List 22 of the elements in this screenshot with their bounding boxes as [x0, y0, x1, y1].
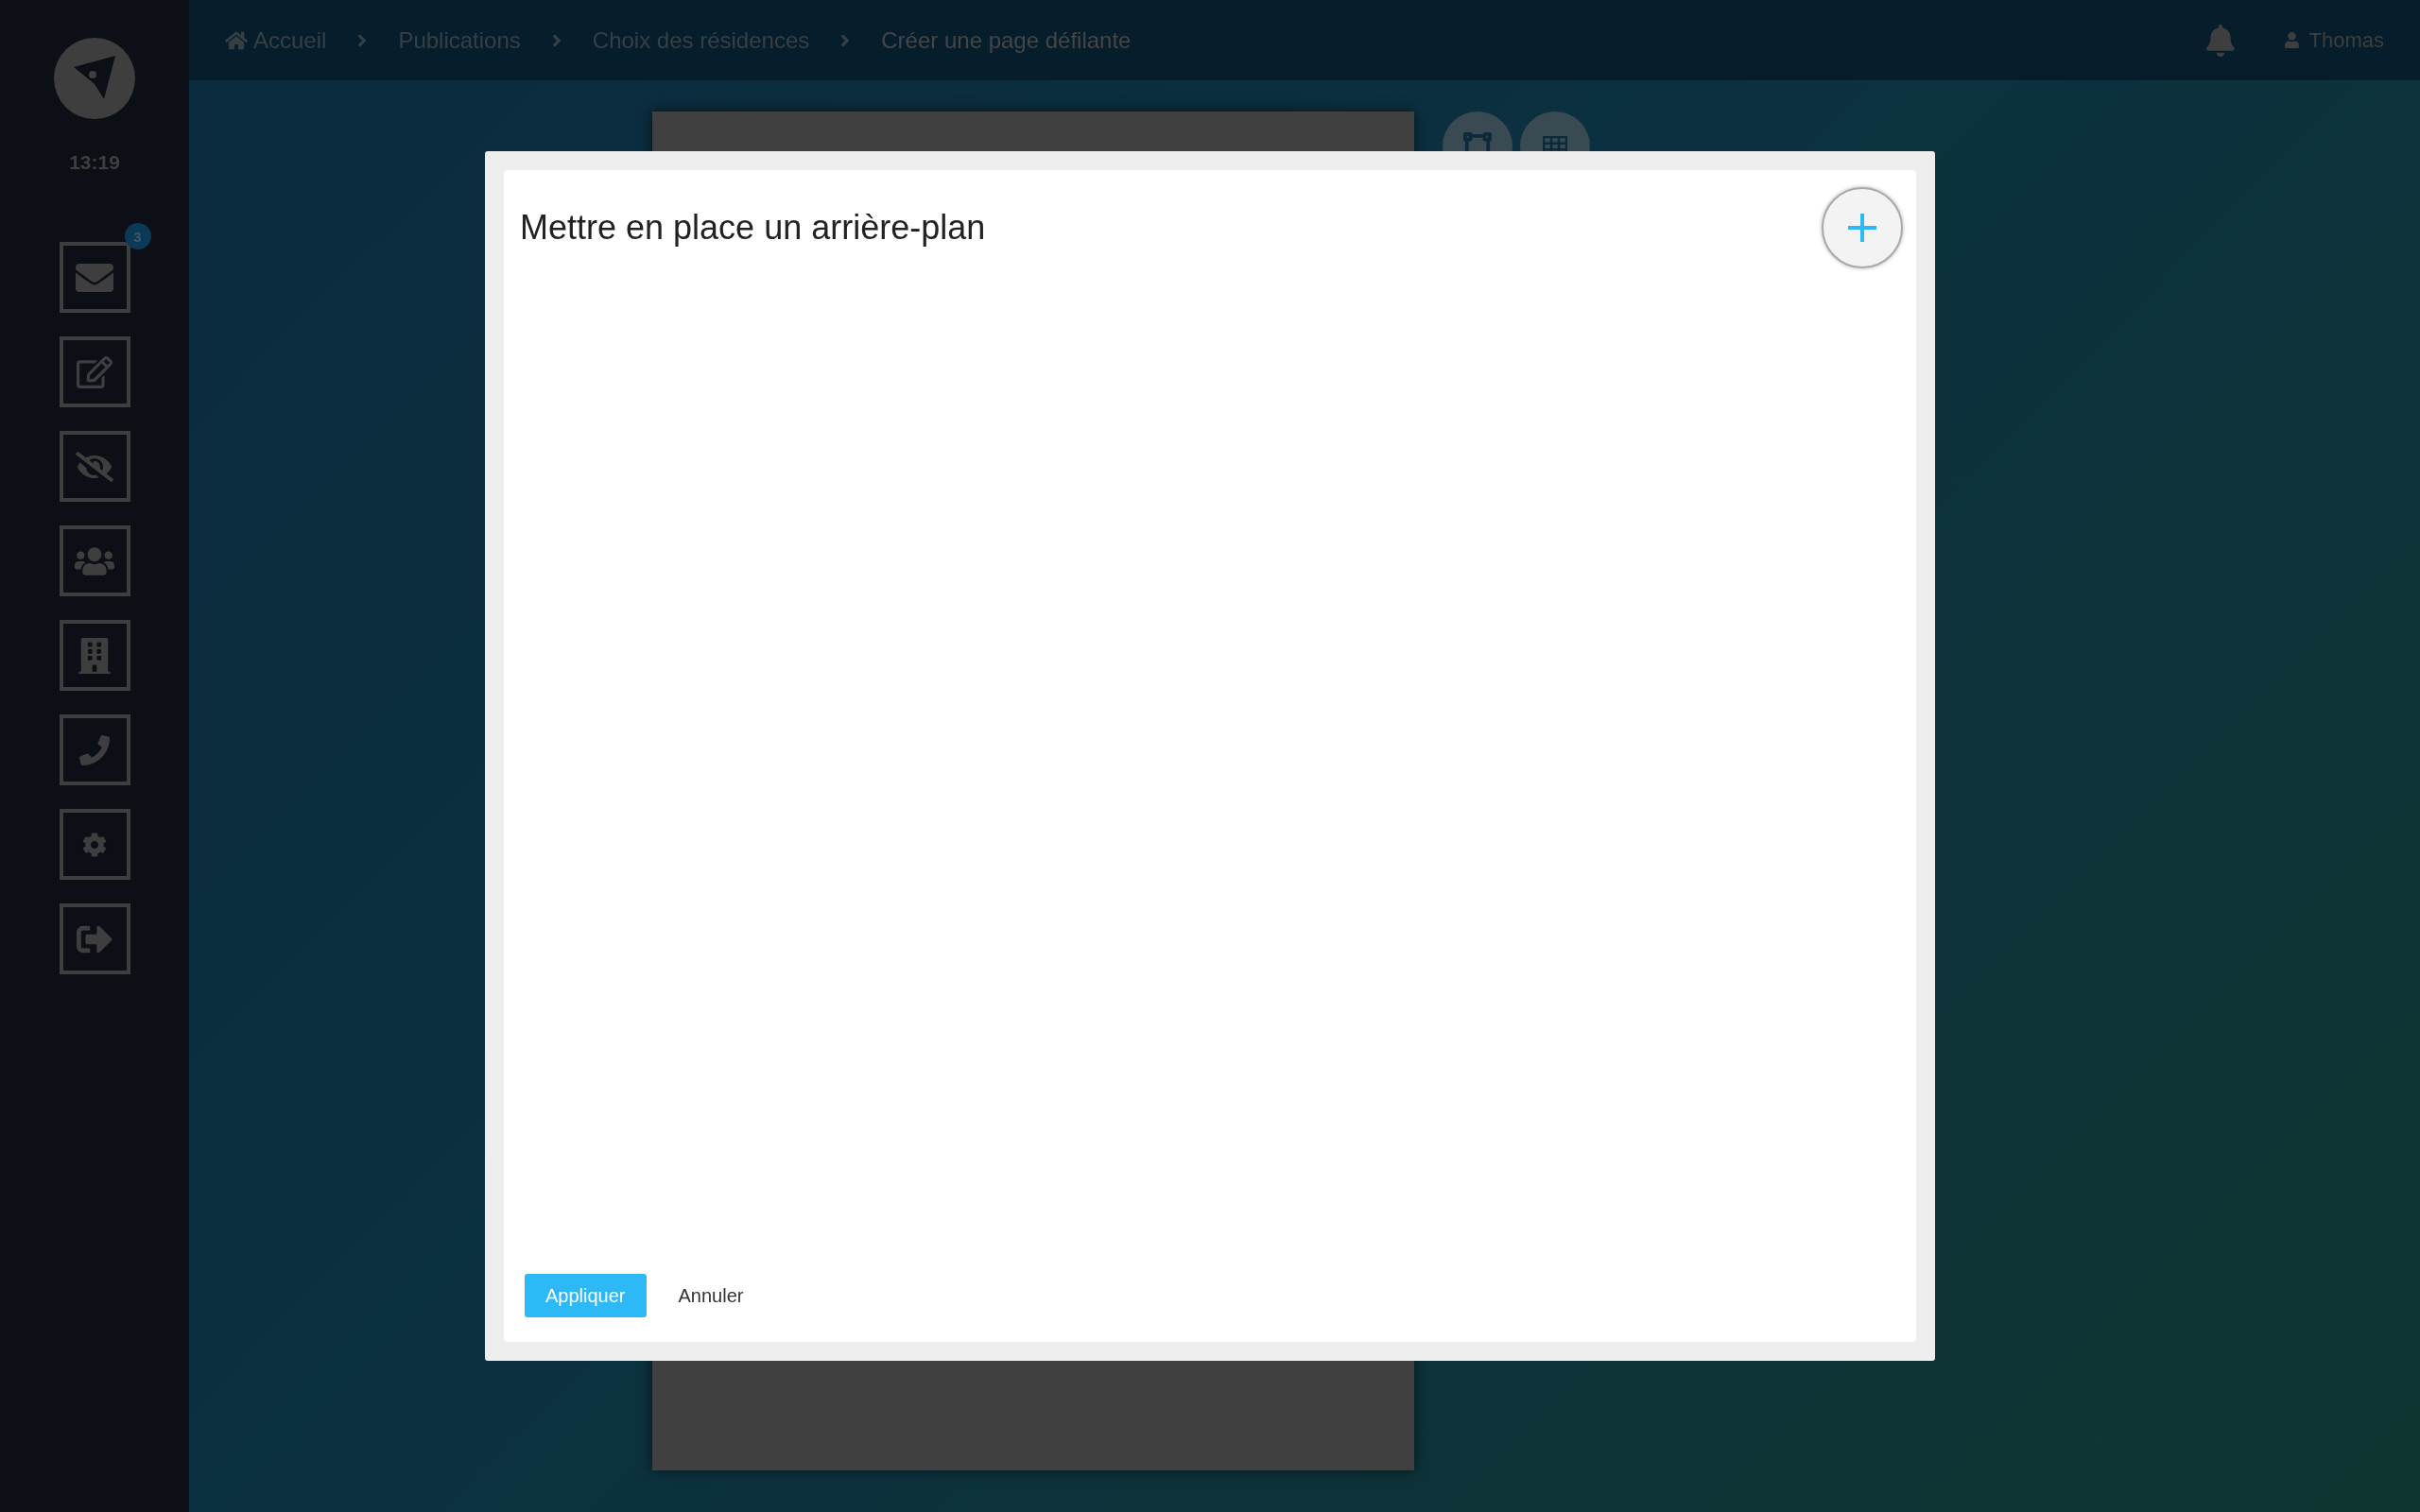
nav-button[interactable]	[59, 620, 130, 691]
nav-button[interactable]	[59, 525, 130, 596]
nav-button[interactable]	[59, 714, 130, 785]
breadcrumb-link[interactable]: Créer une page défilante	[881, 26, 1132, 54]
nav-button[interactable]	[59, 809, 130, 880]
nav-button[interactable]	[59, 242, 130, 313]
bell-icon[interactable]	[2204, 24, 2237, 57]
user-icon	[2283, 32, 2300, 48]
dialog-title: Mettre en place un arrière-plan	[520, 208, 986, 248]
nav-button[interactable]	[59, 431, 130, 502]
plus-icon	[1846, 212, 1878, 244]
cancel-button[interactable]: Annuler	[657, 1274, 765, 1317]
nav-button[interactable]	[59, 336, 130, 407]
user-name: Thomas	[2308, 27, 2384, 53]
edit-icon	[77, 353, 112, 390]
nav-button[interactable]	[59, 903, 130, 974]
phone-icon	[79, 734, 110, 765]
apply-button[interactable]: Appliquer	[525, 1274, 647, 1317]
user-menu[interactable]: Thomas	[2283, 27, 2384, 53]
settings-icon	[82, 832, 107, 857]
building-icon	[77, 637, 112, 674]
add-button[interactable]	[1822, 187, 1903, 268]
